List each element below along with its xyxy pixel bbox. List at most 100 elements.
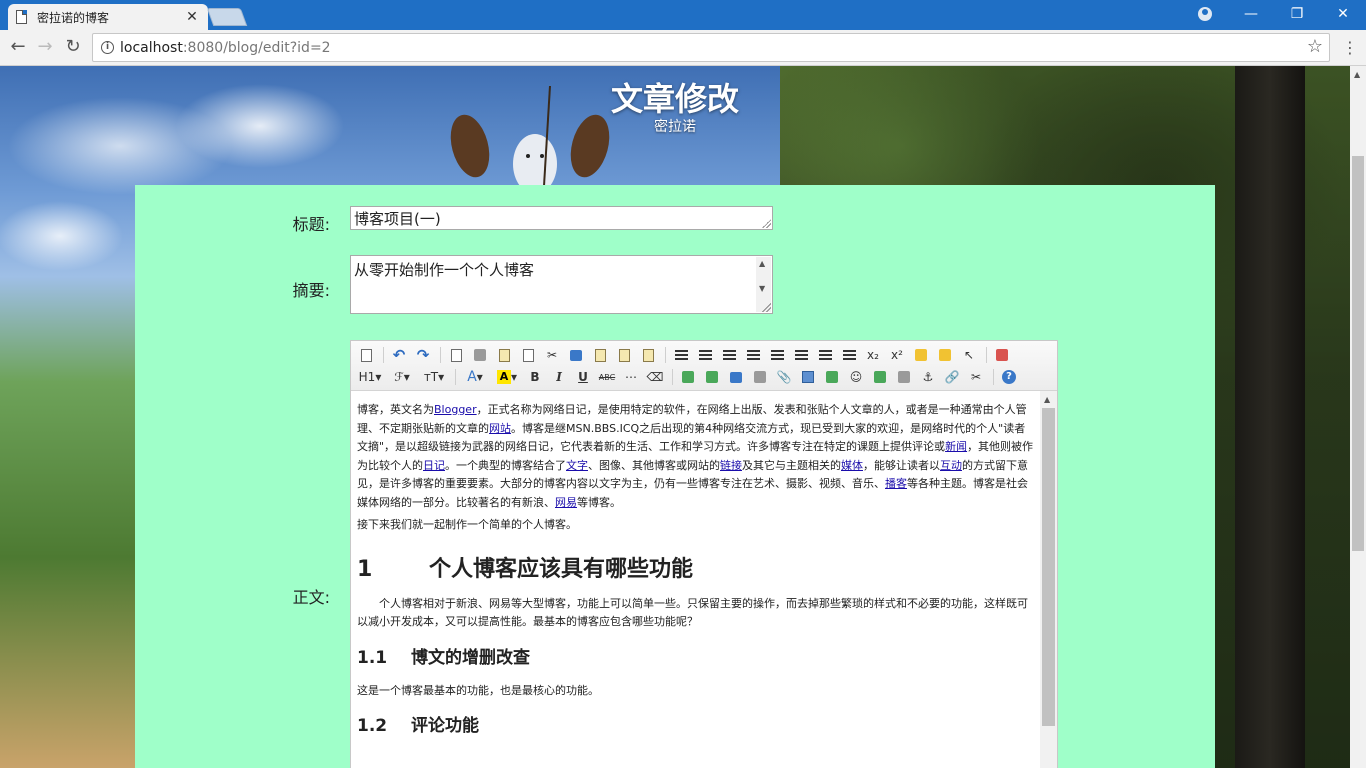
cut-icon[interactable]: ✂ (541, 345, 563, 365)
help-icon[interactable]: ? (998, 367, 1020, 387)
code-icon[interactable] (517, 345, 539, 365)
page-icon (16, 10, 27, 24)
resize-grip[interactable] (761, 302, 771, 312)
heading-dropdown[interactable]: H1 ▾ (355, 367, 385, 387)
underline-button[interactable]: U (572, 367, 594, 387)
restore-button[interactable]: ❐ (1274, 0, 1320, 30)
pointer-icon[interactable]: ↖ (958, 345, 980, 365)
bookmark-star-icon[interactable]: ☆ (1307, 36, 1323, 57)
line-height-icon[interactable]: ⋯ (620, 367, 642, 387)
link-podcast[interactable]: 播客 (885, 477, 907, 490)
link-news[interactable]: 新闻 (945, 440, 967, 453)
link-netease[interactable]: 网易 (555, 496, 577, 509)
bold-button[interactable]: B (524, 367, 546, 387)
paste-text-icon[interactable] (613, 345, 635, 365)
minimize-button[interactable]: — (1228, 0, 1274, 30)
scroll-up-icon[interactable]: ▲ (1354, 70, 1360, 79)
title-input[interactable]: 博客项目(一) (350, 206, 773, 230)
link-blogger[interactable]: Blogger (434, 403, 477, 416)
link-media[interactable]: 媒体 (841, 459, 863, 472)
align-left-icon[interactable] (670, 345, 692, 365)
indent-icon[interactable] (814, 345, 836, 365)
ordered-list-icon[interactable] (766, 345, 788, 365)
size-label: тT (423, 370, 439, 384)
tab-title: 密拉诺的博客 (37, 10, 110, 25)
strikethrough-button[interactable]: ABC (596, 367, 618, 387)
insert-col-icon[interactable] (701, 367, 723, 387)
summary-textarea[interactable]: 从零开始制作一个个人博客 ▲ ▼ (350, 255, 773, 314)
resize-grip[interactable] (761, 218, 771, 228)
page-scrollbar[interactable]: ▲ (1350, 66, 1366, 768)
font-label: ℱ (394, 370, 404, 384)
italic-button[interactable]: I (548, 367, 570, 387)
close-window-button[interactable]: ✕ (1320, 0, 1366, 30)
subscript-icon[interactable]: x₂ (862, 345, 884, 365)
flash-icon[interactable] (749, 367, 771, 387)
paragraph-2: 这是一个博客最基本的功能，也是最核心的功能。 (357, 683, 599, 697)
eraser-icon[interactable]: ⌫ (644, 367, 666, 387)
paste-icon[interactable] (589, 345, 611, 365)
superscript-icon[interactable]: x² (886, 345, 908, 365)
rich-text-editor: ↶ ↷ ✂ x₂ x² ↖ H1 ▾ ℱ ▾ тT ▾ A ▾ A ▾ B I … (350, 340, 1058, 768)
reload-button[interactable]: ↻ (61, 36, 85, 60)
align-center-icon[interactable] (694, 345, 716, 365)
title-label: 标题: (292, 215, 330, 234)
help-label: ? (1002, 370, 1016, 384)
clear-format-icon[interactable] (910, 345, 932, 365)
emoji-icon[interactable]: ☺ (845, 367, 867, 387)
page-scroll-thumb[interactable] (1352, 156, 1364, 551)
font-color-button[interactable]: A ▾ (460, 367, 490, 387)
redo-icon[interactable]: ↷ (412, 345, 434, 365)
fullscreen-icon[interactable] (991, 345, 1013, 365)
forward-button[interactable]: → (33, 36, 57, 60)
paste-word-icon[interactable] (637, 345, 659, 365)
font-size-dropdown[interactable]: тT ▾ (419, 367, 449, 387)
browser-toolbar: ← → ↻ i localhost:8080/blog/edit?id=2 ☆ … (0, 30, 1366, 66)
align-right-icon[interactable] (718, 345, 740, 365)
summary-label: 摘要: (292, 281, 330, 300)
unlink-icon[interactable]: ✂ (965, 367, 987, 387)
back-button[interactable]: ← (6, 36, 30, 60)
font-family-dropdown[interactable]: ℱ ▾ (387, 367, 417, 387)
link-interaction[interactable]: 互动 (940, 459, 962, 472)
outdent-icon[interactable] (838, 345, 860, 365)
template-icon[interactable] (493, 345, 515, 365)
link-website[interactable]: 网站 (489, 422, 511, 435)
link-diary[interactable]: 日记 (423, 459, 445, 472)
scroll-up-icon[interactable]: ▲ (1044, 395, 1050, 404)
preview-icon[interactable] (445, 345, 467, 365)
editor-scrollbar[interactable]: ▲ (1040, 391, 1057, 768)
align-justify-icon[interactable] (742, 345, 764, 365)
new-tab-button[interactable] (206, 8, 248, 26)
pagebreak-icon[interactable] (893, 367, 915, 387)
source-icon[interactable] (355, 345, 377, 365)
browser-menu-icon[interactable]: ⋮ (1340, 38, 1360, 58)
link-text[interactable]: 文字 (566, 459, 588, 472)
browser-tab[interactable]: 密拉诺的博客 ✕ (8, 4, 208, 30)
edit-form-panel: 标题: 博客项目(一) 摘要: 从零开始制作一个个人博客 ▲ ▼ 正文: ↶ ↷ (135, 185, 1215, 768)
highlight-color-button[interactable]: A ▾ (492, 367, 522, 387)
hr-icon[interactable] (821, 367, 843, 387)
search-replace-icon[interactable] (725, 367, 747, 387)
link-icon[interactable]: 🔗 (941, 367, 963, 387)
info-icon[interactable]: i (101, 41, 114, 54)
print-icon[interactable] (469, 345, 491, 365)
tab-close-icon[interactable]: ✕ (184, 9, 200, 25)
editor-scroll-thumb[interactable] (1042, 408, 1055, 726)
address-bar[interactable]: i localhost:8080/blog/edit?id=2 ☆ (92, 33, 1330, 62)
link-links[interactable]: 链接 (720, 459, 742, 472)
unordered-list-icon[interactable] (790, 345, 812, 365)
select-all-icon[interactable] (934, 345, 956, 365)
table-icon[interactable] (797, 367, 819, 387)
undo-icon[interactable]: ↶ (388, 345, 410, 365)
image-icon[interactable] (869, 367, 891, 387)
heading-1-1: 1.1 博文的增删改查 (357, 647, 530, 668)
scroll-up-icon[interactable]: ▲ (759, 259, 765, 268)
profile-button[interactable] (1182, 0, 1228, 30)
insert-row-icon[interactable] (677, 367, 699, 387)
scroll-down-icon[interactable]: ▼ (759, 284, 765, 293)
editor-content[interactable]: 博客，英文名为Blogger，正式名称为网络日记，是使用特定的软件，在网络上出版… (351, 391, 1041, 768)
copy-icon[interactable] (565, 345, 587, 365)
anchor-icon[interactable]: ⚓ (917, 367, 939, 387)
attachment-icon[interactable]: 📎 (773, 367, 795, 387)
